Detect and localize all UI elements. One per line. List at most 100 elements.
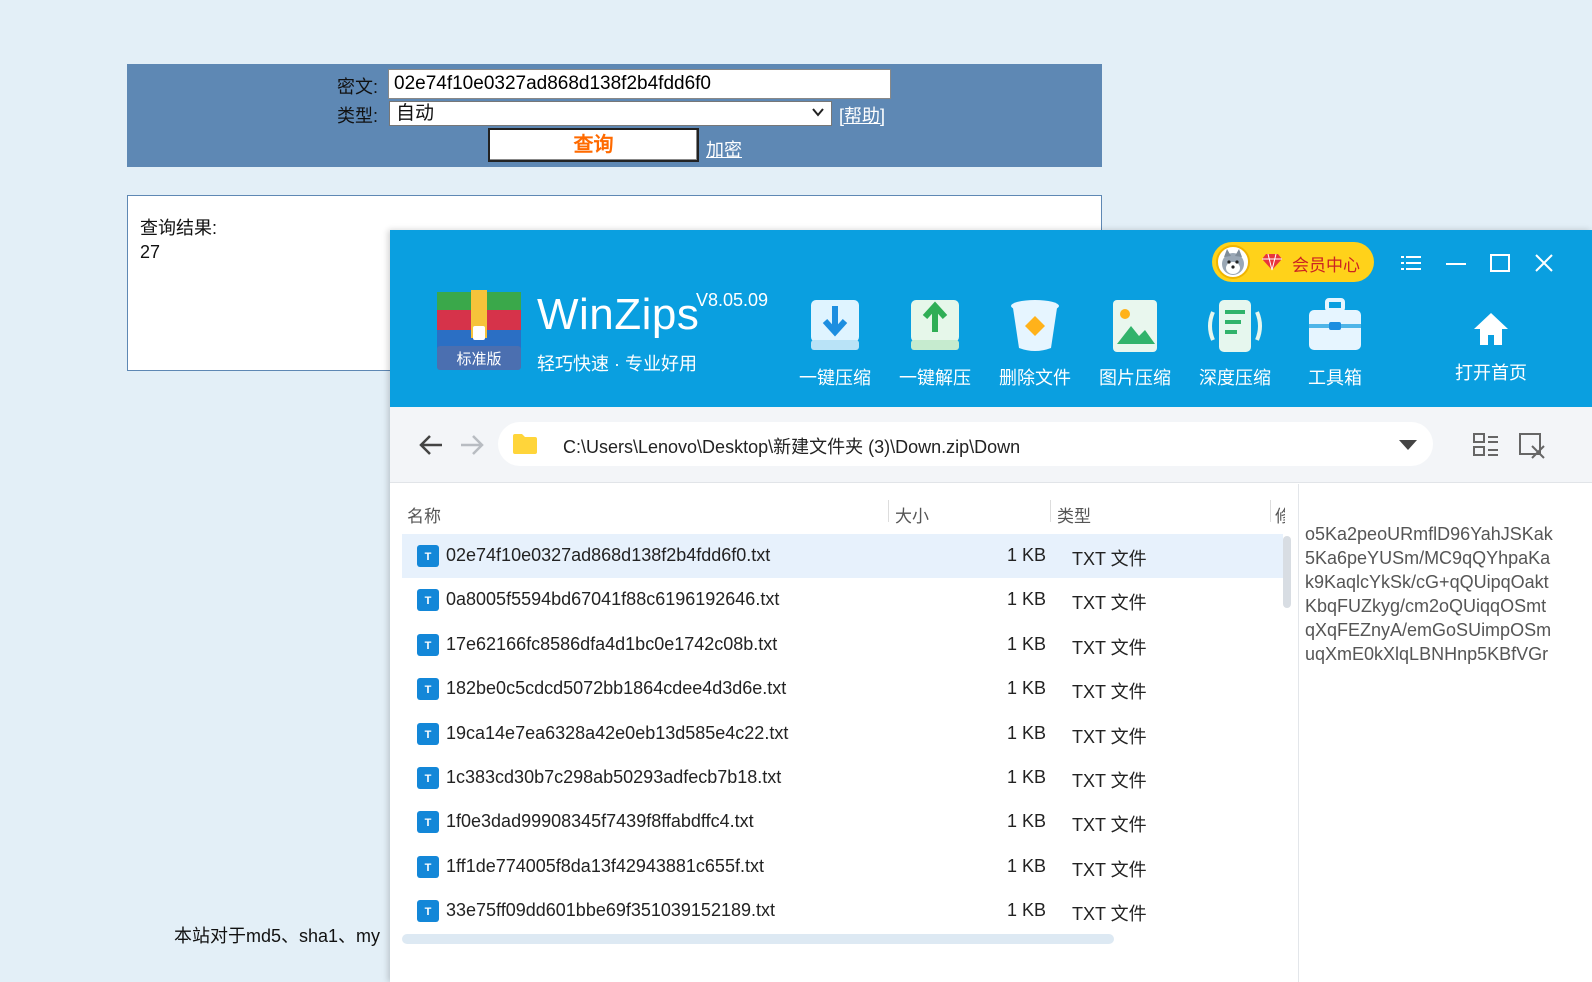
column-header-modified[interactable]: 修 bbox=[1275, 502, 1285, 527]
preview-line: KbqFUZkyg/cm2oQUiqqOSmt bbox=[1305, 596, 1547, 616]
address-path: C:\Users\Lenovo\Desktop\新建文件夹 (3)\Down.z… bbox=[563, 437, 1021, 457]
file-size: 1 KB bbox=[1006, 678, 1046, 699]
toolbar-label: 工具箱 bbox=[1308, 368, 1362, 388]
avatar bbox=[1216, 245, 1250, 279]
query-form: 密文: 类型: 自动 [帮助] 查询 加密 bbox=[127, 64, 1102, 167]
type-label: 类型: bbox=[337, 106, 379, 126]
file-type: TXT 文件 bbox=[1072, 726, 1147, 747]
table-row[interactable]: T 19ca14e7ea6328a42e0eb13d585e4c22.txt 1 K… bbox=[402, 712, 1283, 756]
file-name: 19ca14e7ea6328a42e0eb13d585e4c22.txt bbox=[446, 722, 789, 743]
view-mode-icon[interactable] bbox=[1472, 431, 1500, 459]
file-name: 17e62166fc8586dfa4d1bc0e1742c08b.txt bbox=[446, 633, 778, 654]
footer-note: 本站对于md5、sha1、my bbox=[174, 926, 381, 946]
image-icon bbox=[1113, 300, 1157, 352]
help-link[interactable]: [帮助] bbox=[839, 102, 885, 128]
preview-line: qXqFEZnyA/emGoSUimpOSm bbox=[1305, 620, 1552, 640]
home-icon bbox=[1474, 313, 1508, 345]
file-type: TXT 文件 bbox=[1072, 770, 1147, 791]
file-name: 1c383cd30b7c298ab50293adfecb7b18.txt bbox=[446, 766, 782, 787]
toolbar-one-click-extract[interactable]: 一键解压 bbox=[890, 296, 980, 396]
toolbar-deep-compress[interactable]: 深度压缩 bbox=[1190, 296, 1280, 396]
table-row[interactable]: T 33e75ff09dd601bbe69f351039152189.txt 1 K… bbox=[402, 889, 1283, 933]
txt-file-icon: T bbox=[417, 900, 439, 923]
preview-pane: o5Ka2peoURmflD96YahJSKak 5Ka6peYUSm/MC9qQ… bbox=[1305, 522, 1575, 666]
app-name: WinZips bbox=[537, 290, 700, 339]
result-label: 查询结果: bbox=[140, 218, 218, 238]
table-row[interactable]: T 0a8005f5594bd67041f88c6196192646.txt 1 K… bbox=[402, 578, 1283, 622]
compress-icon bbox=[811, 300, 859, 350]
minimize-icon[interactable] bbox=[1445, 252, 1467, 274]
column-separator[interactable] bbox=[888, 500, 889, 522]
toolbar-delete-file[interactable]: 删除文件 bbox=[990, 296, 1080, 396]
winzips-logo-icon: 标准版 bbox=[437, 290, 521, 370]
address-bar[interactable]: C:\Users\Lenovo\Desktop\新建文件夹 (3)\Down.z… bbox=[498, 422, 1433, 466]
file-name: 33e75ff09dd601bbe69f351039152189.txt bbox=[446, 900, 775, 921]
type-select-value: 自动 bbox=[396, 103, 435, 124]
file-size: 1 KB bbox=[1006, 811, 1046, 832]
file-type: TXT 文件 bbox=[1072, 637, 1147, 658]
column-separator[interactable] bbox=[1050, 500, 1051, 522]
column-header-size[interactable]: 大小 bbox=[895, 502, 929, 527]
column-header-name[interactable]: 名称 bbox=[407, 502, 441, 527]
table-row[interactable]: T 02e74f10e0327ad868d138f2b4fdd6f0.txt 1 K… bbox=[402, 534, 1283, 579]
preview-line: uqXmE0kXlqLBNHnp5KBfVGr bbox=[1305, 644, 1549, 664]
toolbar-label: 一键解压 bbox=[899, 368, 971, 388]
close-preview-icon[interactable] bbox=[1518, 431, 1546, 459]
toolbar-label: 一键压缩 bbox=[799, 368, 871, 388]
file-type: TXT 文件 bbox=[1072, 859, 1147, 880]
table-row[interactable]: T 17e62166fc8586dfa4d1bc0e1742c08b.txt 1 K… bbox=[402, 623, 1283, 667]
close-icon[interactable] bbox=[1533, 252, 1555, 274]
file-type: TXT 文件 bbox=[1072, 815, 1147, 836]
navigation-bar: C:\Users\Lenovo\Desktop\新建文件夹 (3)\Down.z… bbox=[390, 407, 1592, 483]
toolbar-one-click-compress[interactable]: 一键压缩 bbox=[790, 296, 880, 396]
forward-arrow-icon[interactable] bbox=[459, 433, 485, 457]
chevron-down-icon bbox=[812, 108, 824, 117]
toolbar-label: 深度压缩 bbox=[1199, 368, 1271, 388]
preview-line: o5Ka2peoURmflD96YahJSKak bbox=[1305, 524, 1553, 544]
toolbar-toolbox[interactable]: 工具箱 bbox=[1290, 296, 1380, 396]
cipher-label: 密文: bbox=[337, 77, 379, 97]
file-name: 02e74f10e0327ad868d138f2b4fdd6f0.txt bbox=[446, 545, 771, 565]
logo-badge: 标准版 bbox=[456, 350, 501, 368]
table-row[interactable]: T 1ff1de774005f8da13f42943881c655f.txt 1 K… bbox=[402, 845, 1283, 889]
table-row[interactable]: T 1f0e3dad99908345f7439f8ffabdffc4.txt 1 K… bbox=[402, 800, 1283, 844]
horizontal-scrollbar[interactable] bbox=[402, 934, 1114, 944]
toolbox-icon bbox=[1309, 298, 1361, 350]
chevron-down-icon[interactable] bbox=[1399, 440, 1417, 450]
query-button[interactable]: 查询 bbox=[488, 128, 699, 162]
preview-line: 5Ka6peYUSm/MC9qQYhpaKa bbox=[1305, 548, 1551, 568]
file-rows: T 02e74f10e0327ad868d138f2b4fdd6f0.txt 1 K… bbox=[402, 534, 1283, 934]
column-separator[interactable] bbox=[1270, 500, 1271, 522]
txt-file-icon: T bbox=[417, 766, 439, 789]
winzips-window: 标准版 WinZips V8.05.09 轻巧快速 · 专业好用 会员中心 一键… bbox=[390, 230, 1592, 982]
txt-file-icon: T bbox=[417, 811, 439, 834]
home-label: 打开首页 bbox=[1455, 363, 1527, 383]
file-size: 1 KB bbox=[1006, 545, 1046, 565]
txt-file-icon: T bbox=[417, 633, 439, 656]
toolbar-image-compress[interactable]: 图片压缩 bbox=[1090, 296, 1180, 396]
txt-file-icon: T bbox=[417, 678, 439, 701]
table-row[interactable]: T 182be0c5cdcd5072bb1864cdee4d3d6e.txt 1 K… bbox=[402, 667, 1283, 711]
open-home-button[interactable]: 打开首页 bbox=[1446, 310, 1536, 385]
file-size: 1 KB bbox=[1006, 589, 1046, 610]
table-row[interactable]: T 1c383cd30b7c298ab50293adfecb7b18.txt 1 K… bbox=[402, 756, 1283, 800]
back-arrow-icon[interactable] bbox=[418, 433, 444, 457]
maximize-icon[interactable] bbox=[1489, 252, 1511, 274]
deep-compress-icon bbox=[1208, 300, 1262, 352]
diamond-icon bbox=[1262, 253, 1282, 271]
file-name: 182be0c5cdcd5072bb1864cdee4d3d6e.txt bbox=[446, 678, 787, 699]
result-value: 27 bbox=[140, 242, 161, 262]
vertical-scrollbar[interactable] bbox=[1283, 536, 1291, 608]
vip-center-button[interactable]: 会员中心 bbox=[1212, 242, 1374, 282]
menu-icon[interactable] bbox=[1400, 252, 1422, 274]
type-select[interactable]: 自动 bbox=[389, 101, 832, 126]
preview-line: k9KaqlcYkSk/cG+qQUipqOakt bbox=[1305, 572, 1549, 592]
file-list: 名称 大小 类型 修 T 02e74f10e0327ad868d138f2b4fd… bbox=[390, 484, 1298, 982]
file-name: 1f0e3dad99908345f7439f8ffabdffc4.txt bbox=[446, 811, 754, 832]
encrypt-link[interactable]: 加密 bbox=[706, 136, 742, 162]
column-header-type[interactable]: 类型 bbox=[1057, 502, 1091, 527]
pane-divider[interactable] bbox=[1298, 484, 1299, 982]
trash-icon bbox=[1011, 300, 1059, 351]
vip-label: 会员中心 bbox=[1292, 256, 1360, 275]
cipher-input[interactable] bbox=[388, 69, 891, 99]
